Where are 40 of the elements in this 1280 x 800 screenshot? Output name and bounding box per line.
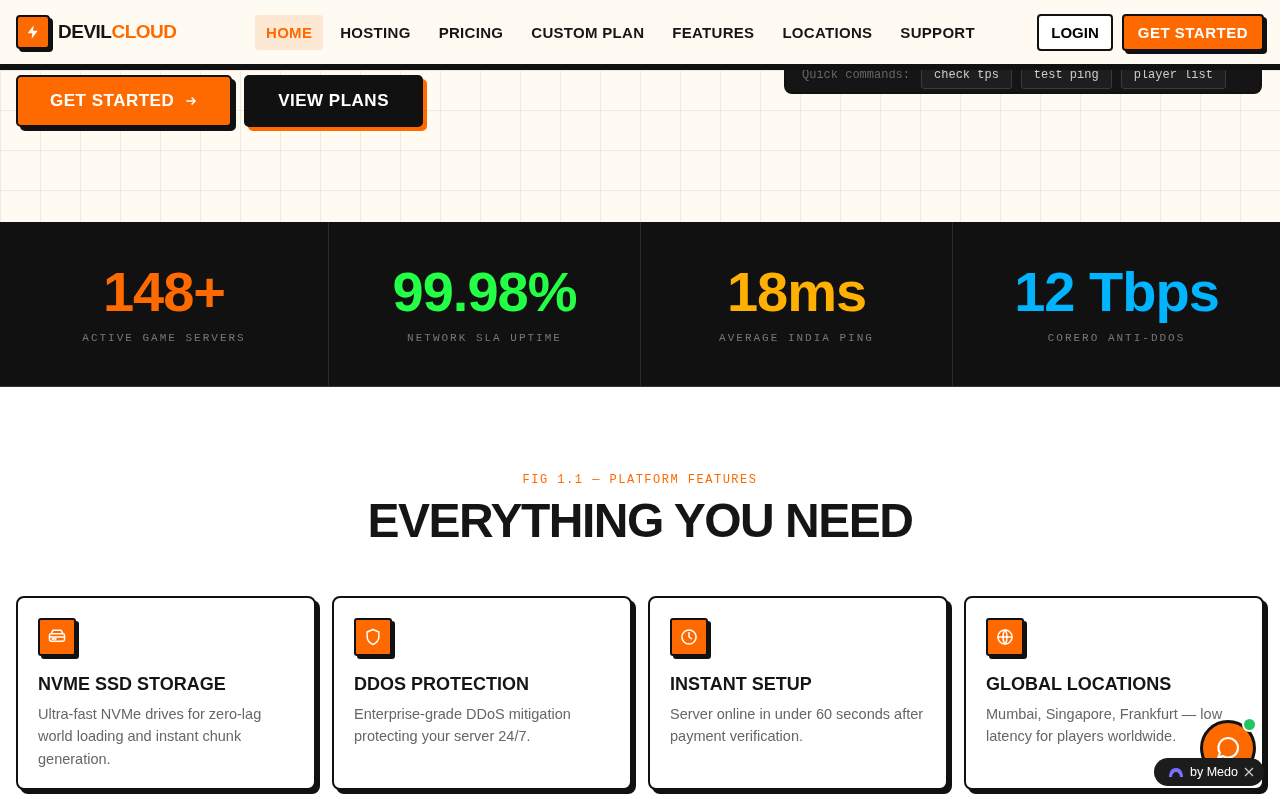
feature-title: NVME SSD STORAGE	[38, 673, 227, 695]
globe-icon	[986, 617, 1024, 656]
stat-value: 99.98%	[392, 264, 577, 320]
stat-value: 18ms	[726, 264, 867, 320]
feature-title: GLOBAL LOCATIONS	[986, 673, 1173, 695]
nav-link[interactable]: FEATURES	[661, 14, 766, 50]
nav-link[interactable]: LOCATIONS	[771, 14, 884, 50]
command-chip[interactable]: test ping	[1020, 70, 1112, 89]
nav-link[interactable]: PRICING	[427, 14, 515, 50]
brand-name[interactable]: DEVILCLOUD	[58, 21, 177, 43]
close-icon[interactable]	[1243, 767, 1254, 777]
terminal-label: Quick commands:	[802, 70, 911, 82]
login-button[interactable]: LOGIN	[1037, 13, 1113, 51]
logo-icon	[1168, 767, 1184, 777]
feature-description: Mumbai, Singapore, Frankfurt — low latency for players worldwide.	[986, 704, 1224, 747]
shield-icon	[354, 617, 392, 656]
clock-icon	[670, 617, 708, 656]
section-title: EVERYTHING YOU NEED	[367, 495, 913, 548]
feature-title: DDOS PROTECTION	[354, 673, 530, 695]
arrow-icon	[184, 94, 199, 108]
logo-icon[interactable]	[16, 15, 50, 49]
nav-link[interactable]: SUPPORT	[889, 14, 986, 50]
nav-link[interactable]: HOSTING	[329, 14, 422, 50]
section-eyebrow: FIG 1.1 — PLATFORM FEATURES	[522, 473, 758, 487]
stat-label: CORERO ANTI-DDOS	[1047, 332, 1186, 344]
stat-label: NETWORK SLA UPTIME	[407, 332, 562, 344]
nav-link[interactable]: CUSTOM PLAN	[520, 14, 656, 50]
drive-icon	[38, 617, 76, 656]
command-chip[interactable]: check tps	[921, 70, 1012, 89]
attribution-toast[interactable]: by Medo	[1154, 758, 1264, 786]
stat-value: 148+	[102, 264, 226, 320]
feature-description: Enterprise-grade DDoS mitigation protecting your server 24/7.	[354, 704, 572, 747]
stat-label: ACTIVE GAME SERVERS	[82, 332, 246, 344]
command-chip[interactable]: player list	[1120, 70, 1226, 89]
feature-description: Ultra-fast NVMe drives for zero-lag world loading and instant chunk generation.	[38, 704, 263, 769]
feature-description: Server online in under 60 seconds after payment verification.	[670, 704, 925, 747]
stat-label: AVERAGE INDIA PING	[719, 332, 874, 344]
feature-title: INSTANT SETUP	[670, 673, 813, 695]
chat-icon	[1215, 735, 1241, 761]
badge-label: by Medo	[1190, 765, 1238, 779]
